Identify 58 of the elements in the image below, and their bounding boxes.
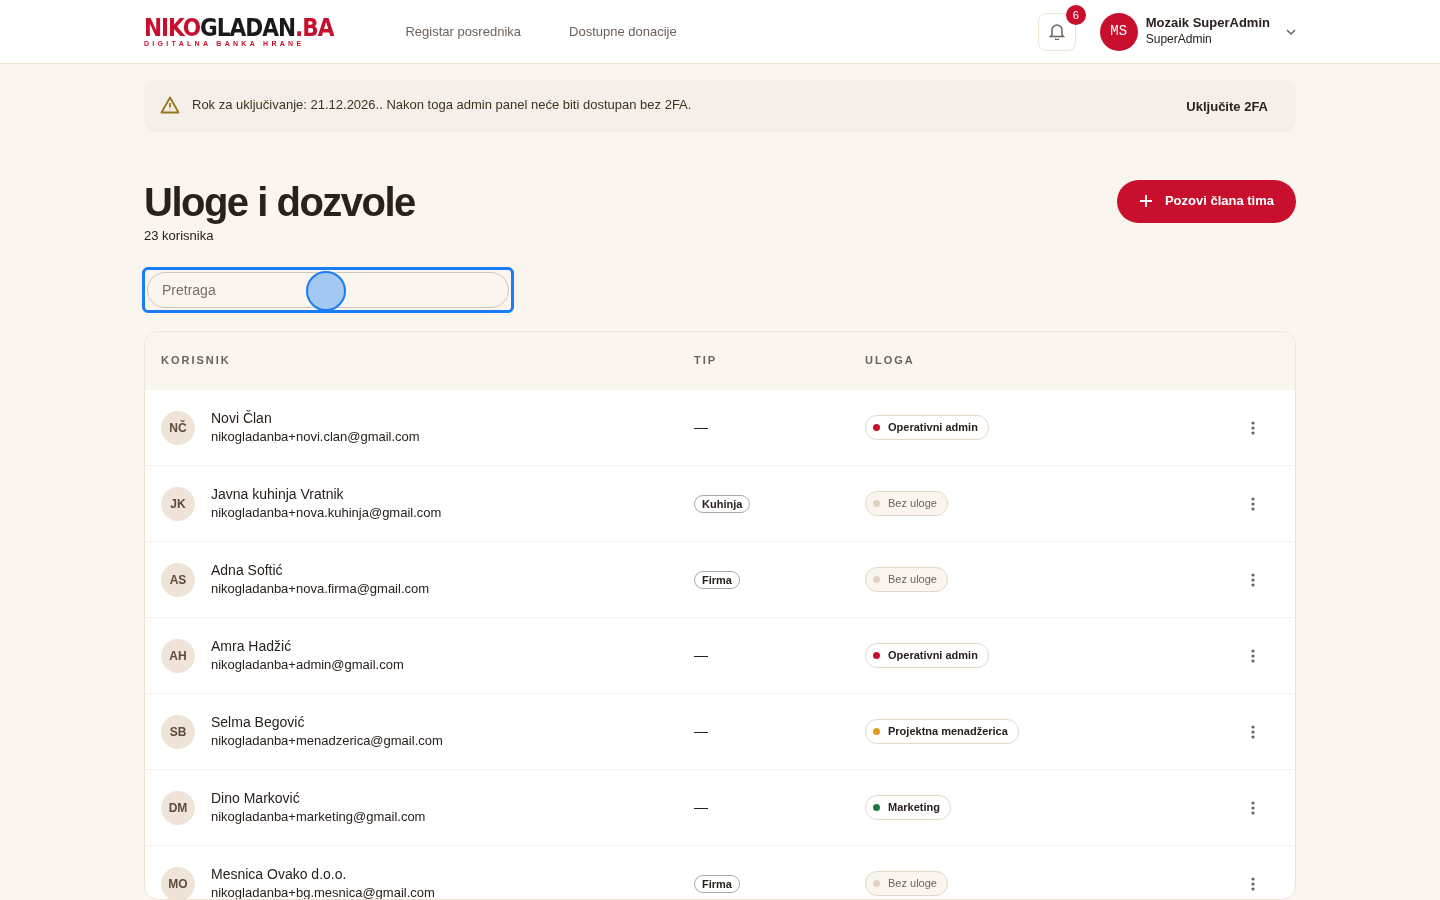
role-tag: Operativni admin [865, 643, 989, 668]
empty-type: — [694, 647, 708, 663]
invite-button[interactable]: Pozovi člana tima [1116, 179, 1296, 223]
role-tag: Bez uloge [865, 871, 948, 896]
user-name: Adna Softić [211, 560, 284, 579]
user-email: nikogladanba+marketing@gmail.com [211, 807, 426, 826]
empty-type: — [694, 799, 708, 815]
user-avatar: AS [161, 562, 195, 597]
user-name: Selma Begović [211, 712, 306, 731]
notification-count: 6 [1065, 4, 1086, 25]
user-name: Amra Hadžić [211, 636, 293, 655]
more-vertical-icon [1251, 877, 1255, 892]
more-vertical-icon [1251, 649, 1255, 664]
more-vertical-icon [1251, 421, 1255, 436]
column-header: TIP [694, 354, 718, 367]
user-avatar: DM [161, 790, 195, 825]
page-title: Uloge i dozvole [144, 179, 415, 224]
user-avatar: MO [161, 866, 195, 899]
empty-type: — [694, 723, 708, 739]
more-vertical-icon [1251, 725, 1255, 740]
user-name: Mesnica Ovako d.o.o. [211, 864, 348, 883]
more-vertical-icon [1251, 573, 1255, 588]
user-email: nikogladanba+nova.firma@gmail.com [211, 579, 430, 598]
user-email: nikogladanba+bg.mesnica@gmail.com [211, 883, 435, 899]
nav-link[interactable]: Registar posrednika [405, 21, 521, 42]
column-header: KORISNIK [161, 354, 231, 367]
role-tag: Bez uloge [865, 567, 948, 592]
chevron-down-icon[interactable] [1286, 29, 1296, 36]
user-avatar: MS [1099, 12, 1138, 51]
role-tag: Marketing [865, 795, 951, 820]
warning-icon [160, 95, 180, 114]
more-vertical-icon [1251, 497, 1255, 512]
user-email: nikogladanba+nova.kuhinja@gmail.com [211, 503, 442, 522]
user-name: Novi Član [211, 408, 273, 427]
user-avatar: NČ [161, 410, 195, 445]
role-tag: Operativni admin [865, 415, 989, 440]
user-count: 23 korisnika [144, 226, 215, 245]
column-header: ULOGA [865, 354, 915, 367]
nav-link[interactable]: Dostupne donacije [569, 21, 677, 42]
user-email: nikogladanba+novi.clan@gmail.com [211, 427, 420, 446]
user-email: nikogladanba+admin@gmail.com [211, 655, 404, 674]
user-role: SuperAdmin [1145, 31, 1213, 49]
user-avatar: JK [161, 486, 195, 521]
user-name: Mozaik SuperAdmin [1145, 14, 1270, 31]
user-name: Dino Marković [211, 788, 301, 807]
user-name: Javna kuhinja Vratnik [211, 484, 345, 503]
user-email: nikogladanba+menadzerica@gmail.com [211, 731, 443, 750]
role-tag: Bez uloge [865, 491, 948, 516]
search-field[interactable]: Pretraga [147, 272, 509, 308]
user-avatar: AH [161, 638, 195, 673]
empty-type: — [694, 419, 708, 435]
enable-2fa-link[interactable]: Uključite 2FA [1180, 96, 1274, 118]
more-vertical-icon [1251, 801, 1255, 816]
plus-icon [1138, 194, 1153, 208]
bell-icon [1048, 23, 1065, 40]
warning-text: Rok za uključivanje: 21.12.2026.. Nakon toga admin panel neće biti dostupan bez 2FA. [191, 96, 692, 114]
user-avatar: SB [161, 714, 195, 749]
role-tag: Projektna menadžerica [865, 719, 1019, 744]
